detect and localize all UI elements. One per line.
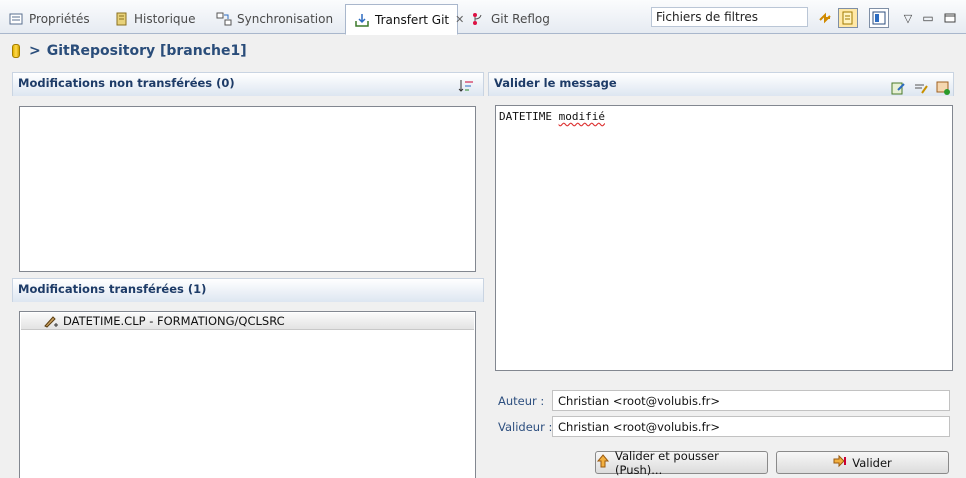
change-id-icon[interactable] [935,80,951,96]
synchronize-icon[interactable] [815,8,835,28]
link-with-selection-icon[interactable] [838,8,858,28]
minimize-icon[interactable]: ▭ [918,8,938,28]
unstaged-files-list[interactable] [19,106,476,272]
view-menu-icon[interactable]: ▽ [898,8,918,28]
commit-icon [833,454,847,471]
breadcrumb-separator: > [29,43,41,59]
history-icon [113,11,129,27]
unstaged-title: Modifications non transférées (0) [18,76,235,90]
sync-icon [216,11,232,27]
staged-section-header: Modifications transférées (1) [12,278,484,302]
maximize-icon[interactable] [940,8,960,28]
staged-title: Modifications transférées (1) [18,282,207,296]
layout-toggle-icon[interactable] [869,8,889,28]
repository-name: GitRepository [branche1] [46,43,247,59]
staged-files-list[interactable]: DATETIME.CLP - FORMATIONG/QCLSRC [19,311,476,478]
tab-historique[interactable]: Historique [105,4,205,34]
message-word-misspelled: modifié [558,110,605,123]
modified-file-icon [43,314,59,328]
author-label: Auteur : [498,394,545,408]
view-tab-bar: Propriétés Historique Synchronisation Tr… [0,0,966,35]
git-staging-icon [354,12,370,28]
tab-label: Transfert Git [375,12,450,27]
properties-icon [8,11,24,27]
file-label: DATETIME.CLP - FORMATIONG/QCLSRC [63,314,285,328]
tab-transfert-git[interactable]: Transfert Git ✕ [345,4,464,35]
committer-label: Valideur : [498,420,553,434]
sort-icon[interactable] [458,78,474,94]
signed-off-icon[interactable] [913,80,929,96]
tab-label: Synchronisation [237,12,334,26]
author-field[interactable]: Christian <root@volubis.fr> [552,390,950,411]
filter-files-input[interactable]: Fichiers de filtres [651,7,808,27]
tab-label: Historique [134,12,196,26]
commit-button[interactable]: Valider [776,451,949,474]
unstaged-section-header: Modifications non transférées (0) [12,72,484,96]
commit-message-header: Valider le message [488,72,954,96]
tab-git-reflog[interactable]: Git Reflog [462,4,562,34]
push-icon [596,454,610,471]
git-reflog-icon [470,11,486,27]
commit-message-editor[interactable]: DATETIME modifié [495,105,953,371]
tab-label: Propriétés [29,12,90,26]
message-word: DATETIME [499,110,552,123]
commit-label: Valider [852,455,892,470]
tab-synchronisation[interactable]: Synchronisation [208,4,338,34]
tab-proprietes[interactable]: Propriétés [0,4,108,34]
tab-label: Git Reflog [491,12,550,26]
list-item[interactable]: DATETIME.CLP - FORMATIONG/QCLSRC [21,313,474,330]
commit-and-push-button[interactable]: Valider et pousser (Push)... [595,448,768,477]
repository-icon [12,44,20,58]
commit-message-text: DATETIME modifié [496,106,952,127]
commit-and-push-label: Valider et pousser (Push)... [615,448,719,477]
amend-commit-icon[interactable] [890,80,906,96]
committer-field[interactable]: Christian <root@volubis.fr> [552,416,950,437]
commit-message-title: Valider le message [494,76,617,90]
repository-title: > GitRepository [branche1] [12,40,247,62]
